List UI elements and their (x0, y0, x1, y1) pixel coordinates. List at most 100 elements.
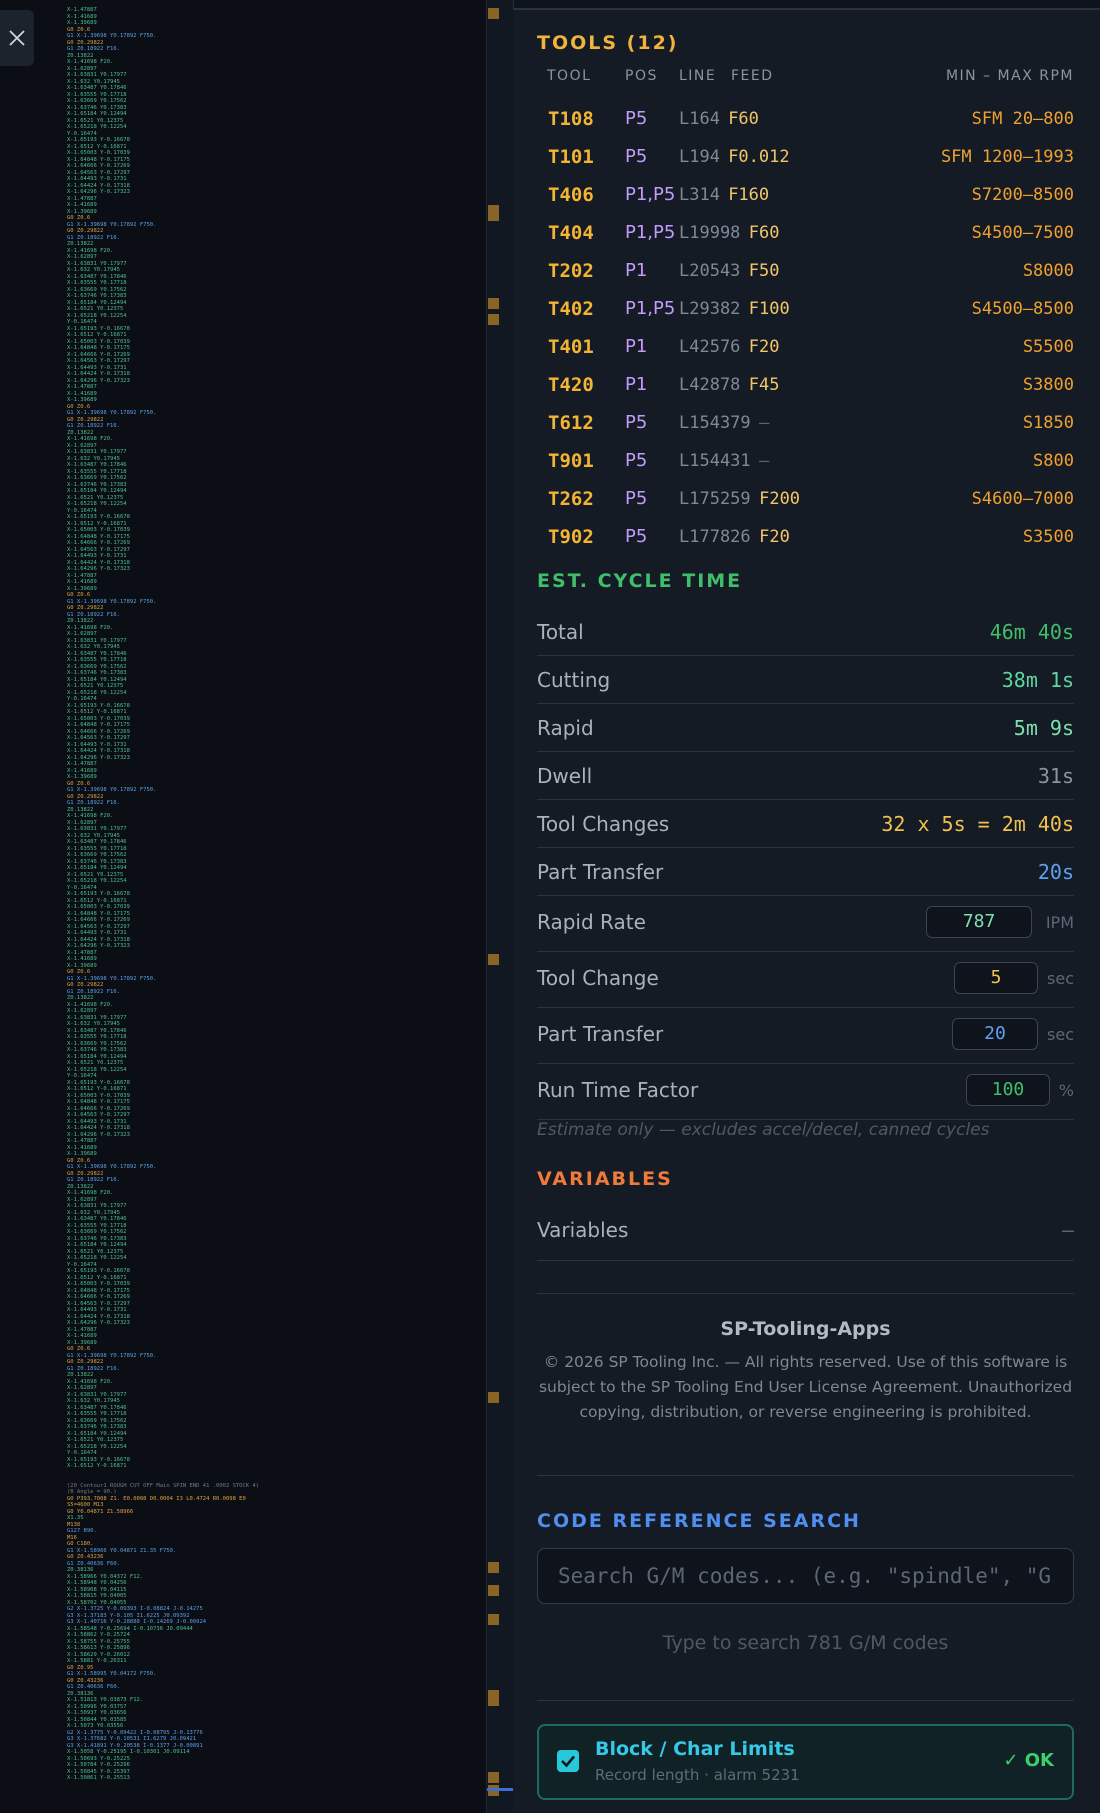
tool-pos: P1,P5 (625, 298, 676, 319)
tool-row[interactable]: T262 P5 L175259 F200 S4600–7000 (537, 480, 1074, 518)
cycle-input-row: Tool Change 5 sec (537, 952, 1074, 1008)
variables-label: Variables (537, 1218, 629, 1242)
tool-pos: P1 (625, 336, 648, 357)
cycle-stat-value: 20s (1037, 860, 1074, 884)
col-tool-header: TOOL (547, 68, 592, 84)
cycle-input-row: Rapid Rate 787 IPM (537, 896, 1074, 952)
gcode-editor[interactable]: X-1.47887 X-1.41689 X-1.39689 G0 Z0.6 G1 X-1… (0, 0, 486, 1813)
minimap-marker (488, 1585, 499, 1596)
cycle-input-field[interactable]: 100 (966, 1074, 1050, 1106)
cycle-stat-label: Rapid (537, 716, 594, 740)
cycle-input-label: Tool Change (537, 966, 659, 990)
tool-line[interactable]: L154431 (679, 442, 751, 480)
tool-line[interactable]: L164 (679, 100, 720, 138)
tool-rpm: S5500 (1022, 337, 1074, 357)
tool-line[interactable]: L194 (679, 138, 720, 176)
tool-rpm: S3800 (1022, 375, 1074, 395)
tool-line[interactable]: L20543 (679, 252, 740, 290)
minimap-marker (488, 1772, 499, 1783)
col-feed-header: FEED (731, 68, 774, 84)
cycle-time-title: EST. CYCLE TIME (537, 570, 743, 592)
cycle-stat-value: 38m 1s (1001, 668, 1074, 692)
tool-row[interactable]: T108 P5 L164 F60 SFM 20–800 (537, 100, 1074, 138)
tool-pos: P1,P5 (625, 222, 676, 243)
tool-line[interactable]: L175259 (679, 480, 751, 518)
divider (537, 1293, 1074, 1294)
code-search-input[interactable] (556, 1549, 1073, 1603)
cycle-stat-row: Part Transfer 20s (537, 848, 1074, 896)
cycle-input-unit: sec (1047, 1025, 1074, 1044)
variables-row: Variables — (537, 1206, 1074, 1261)
tool-feed: F45 (748, 375, 780, 395)
cycle-stat-label: Total (537, 620, 584, 644)
tool-row[interactable]: T402 P1,P5 L29382 F100 S4500–8500 (537, 290, 1074, 328)
tool-row[interactable]: T901 P5 L154431 — S800 (537, 442, 1074, 480)
tool-row[interactable]: T902 P5 L177826 F20 S3500 (537, 518, 1074, 556)
tool-rpm: S4500–8500 (971, 299, 1074, 319)
cycle-stat-value: 5m 9s (1013, 716, 1074, 740)
tool-pos: P1,P5 (625, 184, 676, 205)
tool-row[interactable]: T612 P5 L154379 — S1850 (537, 404, 1074, 442)
side-panel: TOOLS (12) TOOL POS LINE FEED MIN – MAX … (513, 10, 1100, 1813)
tool-line[interactable]: L42576 (679, 328, 740, 366)
footer-brand: SP-Tooling-Apps (720, 1318, 891, 1340)
tool-row[interactable]: T202 P1 L20543 F50 S8000 (537, 252, 1074, 290)
tool-row[interactable]: T406 P1,P5 L314 F160 S7200–8500 (537, 176, 1074, 214)
minimap-marker (488, 298, 499, 309)
tool-pos: P5 (625, 108, 648, 129)
tool-line[interactable]: L154379 (679, 404, 751, 442)
tool-feed: F200 (759, 489, 801, 509)
cycle-input-field[interactable]: 20 (952, 1018, 1038, 1050)
limits-checkbox[interactable] (557, 1750, 579, 1772)
tool-feed: F60 (748, 223, 780, 243)
cycle-stat-row: Cutting 38m 1s (537, 656, 1074, 704)
cycle-input-field[interactable]: 5 (954, 962, 1038, 994)
tool-id: T902 (548, 526, 594, 548)
tool-feed: F20 (748, 337, 780, 357)
cycle-stat-label: Tool Changes (537, 812, 670, 836)
tool-pos: P5 (625, 488, 648, 509)
minimap-viewport-indicator[interactable] (487, 1788, 513, 1791)
tool-line[interactable]: L177826 (679, 518, 751, 556)
cycle-stat-label: Dwell (537, 764, 593, 788)
code-search-field[interactable] (537, 1548, 1074, 1604)
block-char-limits-card[interactable]: Block / Char Limits Record length · alar… (537, 1724, 1074, 1800)
cycle-input-label: Part Transfer (537, 1022, 664, 1046)
minimap-marker (488, 8, 499, 19)
tool-line[interactable]: L42878 (679, 366, 740, 404)
tool-id: T202 (548, 260, 594, 282)
tool-id: T420 (548, 374, 594, 396)
limits-title: Block / Char Limits (595, 1738, 795, 1760)
tool-rpm: S4500–7500 (971, 223, 1074, 243)
col-line-header: LINE (679, 68, 717, 84)
cycle-stat-row: Tool Changes 32 x 5s = 2m 40s (537, 800, 1074, 848)
cycle-input-field[interactable]: 787 (926, 906, 1032, 938)
minimap-marker (488, 1690, 499, 1706)
gcode-lines: X-1.47887 X-1.41689 X-1.39689 G0 Z0.6 G1 X-1… (67, 7, 467, 1782)
tool-line[interactable]: L314 (679, 176, 720, 214)
tool-row[interactable]: T404 P1,P5 L19998 F60 S4500–7500 (537, 214, 1074, 252)
variables-value: — (1061, 1218, 1074, 1242)
code-reference-title: CODE REFERENCE SEARCH (537, 1510, 861, 1532)
estimate-note: Estimate only — excludes accel/decel, ca… (537, 1120, 990, 1140)
tool-rpm: S8000 (1022, 261, 1074, 281)
tool-row[interactable]: T101 P5 L194 F0.012 SFM 1200–1993 (537, 138, 1074, 176)
cycle-stat-value: 32 x 5s = 2m 40s (881, 812, 1074, 836)
checkbox-checked-icon (561, 1755, 575, 1768)
tool-row[interactable]: T401 P1 L42576 F20 S5500 (537, 328, 1074, 366)
tool-rpm: SFM 20–800 (971, 109, 1074, 129)
tool-line[interactable]: L19998 (679, 214, 740, 252)
tool-id: T108 (548, 108, 594, 130)
tool-id: T612 (548, 412, 594, 434)
editor-minimap-scrollbar[interactable] (486, 0, 514, 1813)
tool-feed: — (759, 451, 770, 471)
tool-rpm: S4600–7000 (971, 489, 1074, 509)
cycle-stat-row: Rapid 5m 9s (537, 704, 1074, 752)
close-button[interactable] (0, 10, 34, 66)
divider (537, 1475, 1074, 1476)
cycle-stat-value: 46m 40s (989, 620, 1074, 644)
tool-row[interactable]: T420 P1 L42878 F45 S3800 (537, 366, 1074, 404)
tool-line[interactable]: L29382 (679, 290, 740, 328)
minimap-marker (488, 314, 499, 325)
minimap-marker (488, 1614, 499, 1625)
